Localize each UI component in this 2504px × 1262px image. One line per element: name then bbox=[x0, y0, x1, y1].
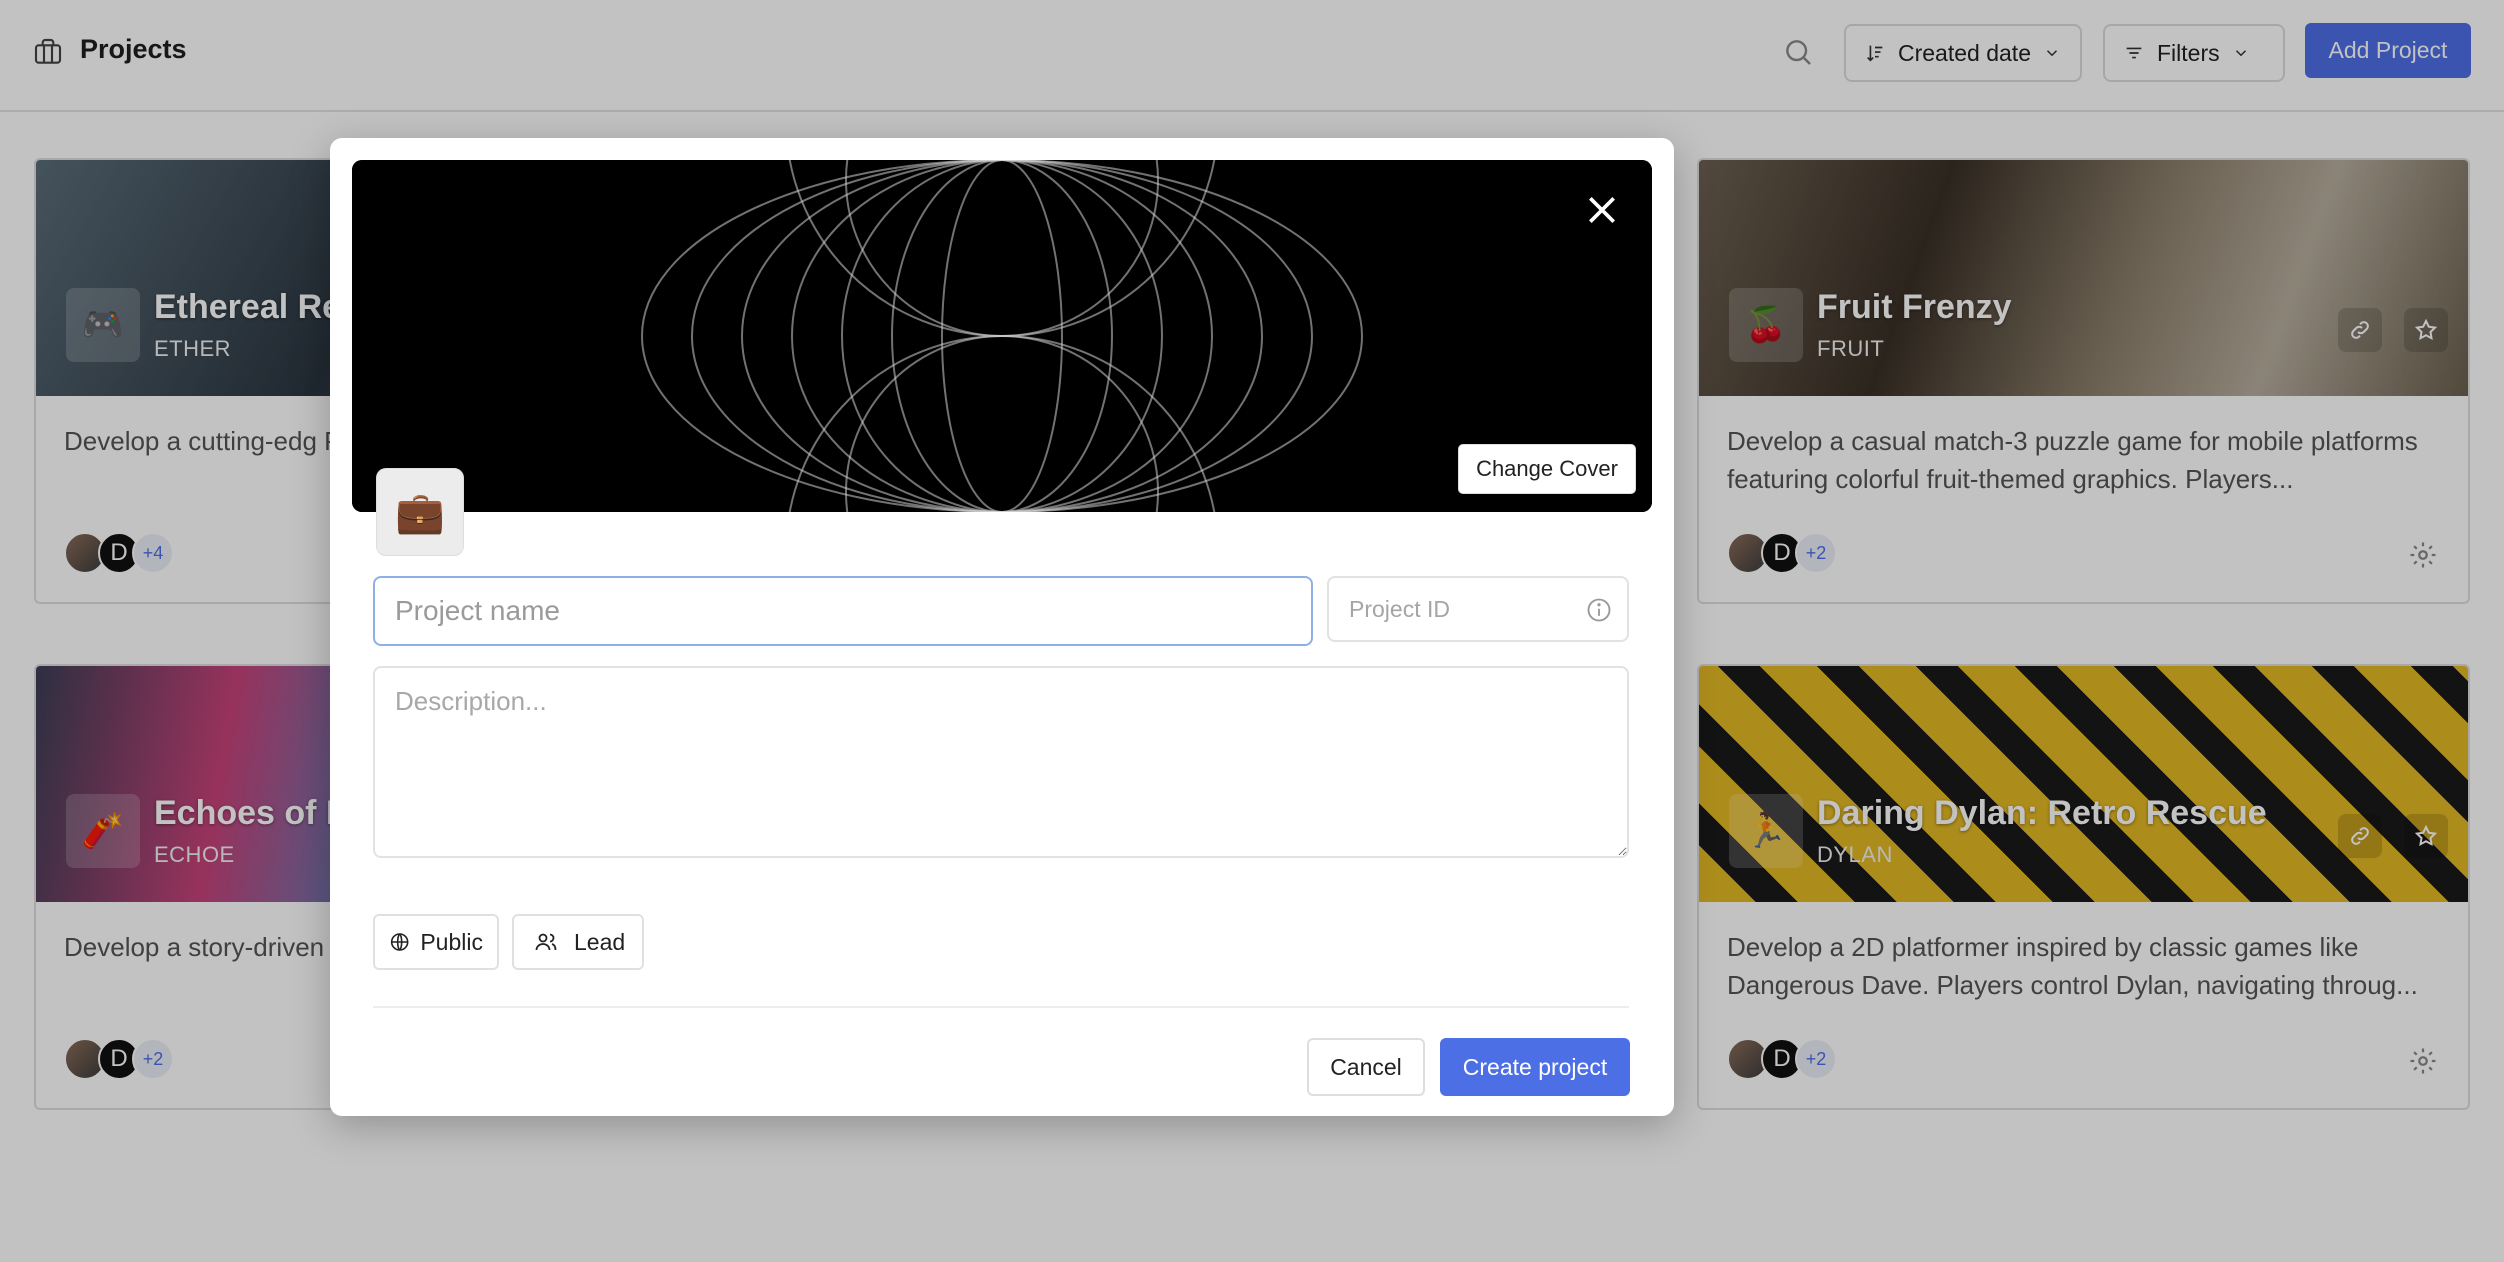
divider bbox=[373, 1006, 1629, 1008]
cancel-button[interactable]: Cancel bbox=[1307, 1038, 1425, 1096]
create-project-button[interactable]: Create project bbox=[1440, 1038, 1630, 1096]
users-icon bbox=[535, 933, 557, 951]
change-cover-button[interactable]: Change Cover bbox=[1458, 444, 1636, 494]
cover-artwork bbox=[352, 160, 1652, 512]
project-emoji-picker[interactable]: 💼 bbox=[376, 468, 464, 556]
project-id-field bbox=[1327, 576, 1629, 642]
create-project-modal: Change Cover 💼 Public Lead Cancel Create… bbox=[330, 138, 1674, 1116]
visibility-button[interactable]: Public bbox=[373, 914, 499, 970]
visibility-label: Public bbox=[420, 928, 483, 955]
project-id-input[interactable] bbox=[1329, 578, 1569, 640]
lead-button[interactable]: Lead bbox=[512, 914, 644, 970]
lead-label: Lead bbox=[574, 928, 626, 955]
project-name-input[interactable] bbox=[373, 576, 1313, 646]
close-icon[interactable] bbox=[1582, 190, 1622, 230]
globe-icon bbox=[390, 933, 409, 951]
description-input[interactable] bbox=[373, 666, 1629, 858]
info-icon[interactable] bbox=[1585, 596, 1613, 624]
modal-cover-image bbox=[352, 160, 1652, 512]
